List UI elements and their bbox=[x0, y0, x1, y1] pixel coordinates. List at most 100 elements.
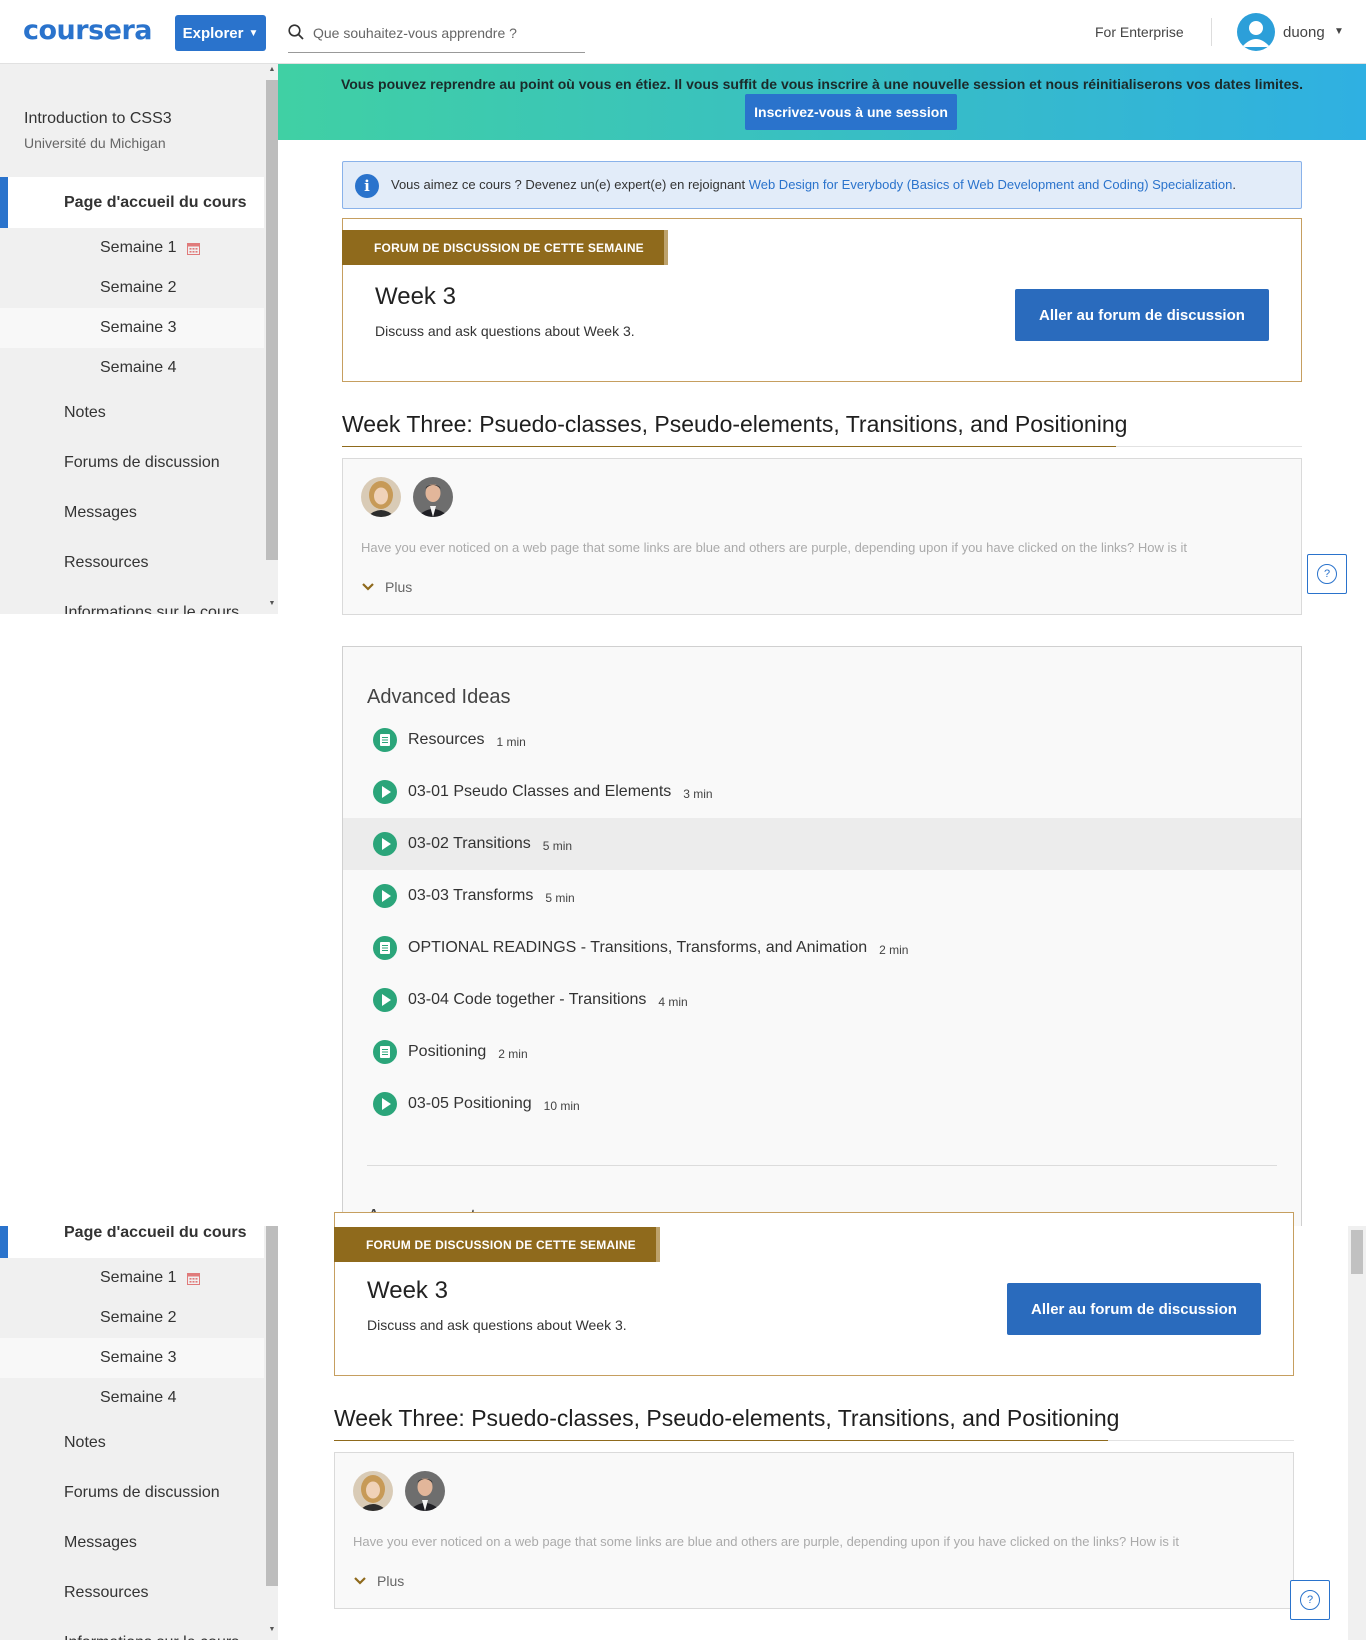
enroll-session-button[interactable]: Inscrivez-vous à une session bbox=[745, 94, 957, 130]
instructor-avatar[interactable] bbox=[353, 1471, 393, 1511]
lesson-title: Positioning bbox=[408, 1043, 487, 1060]
sidebar-item-forums[interactable]: Forums de discussion bbox=[0, 438, 264, 488]
username[interactable]: duong bbox=[1283, 24, 1325, 41]
lesson-duration: 2 min bbox=[879, 942, 909, 957]
for-enterprise-link[interactable]: For Enterprise bbox=[1095, 24, 1184, 40]
sidebar-item-label: Notes bbox=[64, 404, 106, 421]
sidebar-item-label: Semaine 3 bbox=[100, 319, 177, 336]
go-to-forum-button[interactable]: Aller au forum de discussion bbox=[1007, 1283, 1261, 1335]
reading-icon bbox=[373, 1040, 397, 1064]
instructor-avatar[interactable] bbox=[361, 477, 401, 517]
sidebar-scrollbar[interactable]: ▲ ▼ bbox=[266, 64, 278, 614]
lesson-item[interactable]: 03-04 Code together - Transitions 4 min bbox=[343, 974, 1301, 1026]
show-more-button[interactable]: Plus bbox=[361, 579, 412, 595]
sidebar-item-week-2[interactable]: Semaine 2 bbox=[0, 268, 264, 308]
scroll-down-icon[interactable]: ▼ bbox=[267, 600, 277, 607]
reading-icon bbox=[373, 936, 397, 960]
course-sidebar: Page d'accueil du cours Semaine 1 Semain… bbox=[0, 1226, 278, 1640]
instructor-avatar[interactable] bbox=[405, 1471, 445, 1511]
lesson-duration: 1 min bbox=[496, 734, 526, 749]
chevron-down-icon bbox=[354, 1577, 366, 1585]
module-card: Advanced Ideas Resources 1 min 03-01 Pse… bbox=[342, 646, 1302, 1226]
forum-tag: FORUM DE DISCUSSION DE CETTE SEMAINE bbox=[334, 1227, 660, 1262]
page-scrollbar-thumb[interactable] bbox=[1351, 1230, 1363, 1274]
forum-tag: FORUM DE DISCUSSION DE CETTE SEMAINE bbox=[342, 230, 668, 265]
top-navigation-bar: coursera Explorer ▼ For Enterprise duong… bbox=[0, 0, 1366, 64]
sidebar-item-week-1[interactable]: Semaine 1 bbox=[0, 1258, 264, 1298]
sidebar-item-week-3[interactable]: Semaine 3 bbox=[0, 1338, 264, 1378]
scroll-up-icon[interactable]: ▲ bbox=[267, 66, 277, 73]
reenroll-banner: Vous pouvez reprendre au point où vous e… bbox=[278, 64, 1366, 140]
sidebar-item-label: Semaine 4 bbox=[100, 1389, 177, 1406]
forum-description: Discuss and ask questions about Week 3. bbox=[367, 1317, 627, 1333]
lesson-duration: 5 min bbox=[542, 838, 573, 853]
help-button[interactable]: ? bbox=[1290, 1580, 1330, 1620]
show-more-button[interactable]: Plus bbox=[353, 1573, 404, 1589]
week-intro-card: Have you ever noticed on a web page that… bbox=[334, 1452, 1294, 1609]
explore-button[interactable]: Explorer ▼ bbox=[175, 15, 266, 51]
lesson-duration: 2 min bbox=[498, 1046, 528, 1061]
week-intro-card: Have you ever noticed on a web page that… bbox=[342, 458, 1302, 615]
page-scrollbar[interactable] bbox=[1348, 1226, 1366, 1640]
week-title-rule bbox=[334, 1440, 1294, 1441]
go-to-forum-button[interactable]: Aller au forum de discussion bbox=[1015, 289, 1269, 341]
calendar-icon bbox=[186, 1272, 200, 1285]
lesson-item[interactable]: 03-05 Positioning 10 min bbox=[343, 1078, 1301, 1130]
sidebar-item-resources[interactable]: Ressources bbox=[0, 538, 264, 588]
search-input[interactable] bbox=[313, 22, 583, 44]
sidebar-item-week-2[interactable]: Semaine 2 bbox=[0, 1298, 264, 1338]
coursera-logo[interactable]: coursera bbox=[23, 15, 153, 46]
sidebar-scrollbar[interactable]: ▼ bbox=[266, 1226, 278, 1640]
instructor-avatar[interactable] bbox=[413, 477, 453, 517]
sidebar-item-messages[interactable]: Messages bbox=[0, 488, 264, 538]
sidebar-item-week-3[interactable]: Semaine 3 bbox=[0, 308, 264, 348]
info-icon: i bbox=[355, 174, 379, 198]
lesson-title: 03-01 Pseudo Classes and Elements bbox=[408, 783, 672, 800]
help-icon: ? bbox=[1300, 1590, 1320, 1610]
sidebar-course-title[interactable]: Introduction to CSS3 bbox=[24, 110, 172, 128]
header-divider bbox=[1211, 18, 1212, 46]
lesson-item[interactable]: OPTIONAL READINGS - Transitions, Transfo… bbox=[343, 922, 1301, 974]
scroll-down-icon[interactable]: ▼ bbox=[267, 1626, 277, 1633]
week-description: Have you ever noticed on a web page that… bbox=[361, 540, 1188, 555]
sidebar-item-week-4[interactable]: Semaine 4 bbox=[0, 348, 264, 388]
sidebar-item-label: Semaine 1 bbox=[100, 239, 177, 256]
search-icon[interactable] bbox=[288, 24, 304, 40]
module-heading: Advanced Ideas bbox=[367, 686, 511, 708]
week-title-accent bbox=[334, 1440, 1108, 1441]
sidebar-item-notes[interactable]: Notes bbox=[0, 1418, 264, 1468]
weekly-forum-card: FORUM DE DISCUSSION DE CETTE SEMAINE Wee… bbox=[342, 218, 1302, 382]
lesson-item[interactable]: Resources 1 min bbox=[343, 714, 1301, 766]
sidebar-item-label: Semaine 2 bbox=[100, 1309, 177, 1326]
sidebar-item-week-1[interactable]: Semaine 1 bbox=[0, 228, 264, 268]
play-icon bbox=[373, 884, 397, 908]
lesson-item[interactable]: 03-02 Transitions 5 min bbox=[343, 818, 1301, 870]
help-button[interactable]: ? bbox=[1307, 554, 1347, 594]
sidebar-item-messages[interactable]: Messages bbox=[0, 1518, 264, 1568]
sidebar-item-label: Page d'accueil du cours bbox=[64, 1226, 247, 1241]
scrollbar-thumb[interactable] bbox=[266, 1226, 278, 1586]
forum-description: Discuss and ask questions about Week 3. bbox=[375, 323, 635, 339]
explore-label: Explorer bbox=[182, 24, 244, 42]
sidebar-item-course-home[interactable]: Page d'accueil du cours bbox=[0, 1226, 264, 1258]
sidebar-item-resources[interactable]: Ressources bbox=[0, 1568, 264, 1618]
lesson-item[interactable]: 03-03 Transforms 5 min bbox=[343, 870, 1301, 922]
specialization-info-box: i Vous aimez ce cours ? Devenez un(e) ex… bbox=[342, 161, 1302, 209]
sidebar-item-course-info[interactable]: Informations sur le cours bbox=[0, 588, 264, 614]
lesson-item[interactable]: 03-01 Pseudo Classes and Elements 3 min bbox=[343, 766, 1301, 818]
sidebar-item-label: Notes bbox=[64, 1434, 106, 1451]
lesson-duration: 5 min bbox=[545, 890, 575, 905]
sidebar-item-notes[interactable]: Notes bbox=[0, 388, 264, 438]
sidebar-item-course-home[interactable]: Page d'accueil du cours bbox=[0, 177, 264, 228]
user-menu-caret-icon[interactable]: ▼ bbox=[1334, 26, 1344, 37]
sidebar-item-week-4[interactable]: Semaine 4 bbox=[0, 1378, 264, 1418]
sidebar-item-label: Semaine 4 bbox=[100, 359, 177, 376]
scrollbar-thumb[interactable] bbox=[266, 80, 278, 560]
user-avatar-icon[interactable] bbox=[1237, 13, 1275, 51]
sidebar-item-forums[interactable]: Forums de discussion bbox=[0, 1468, 264, 1518]
specialization-link[interactable]: Web Design for Everybody (Basics of Web … bbox=[749, 177, 1233, 192]
sidebar-item-label: Page d'accueil du cours bbox=[64, 193, 247, 211]
sidebar-item-course-info[interactable]: Informations sur le cours bbox=[0, 1618, 264, 1640]
lesson-title: 03-04 Code together - Transitions bbox=[408, 991, 647, 1008]
lesson-item[interactable]: Positioning 2 min bbox=[343, 1026, 1301, 1078]
